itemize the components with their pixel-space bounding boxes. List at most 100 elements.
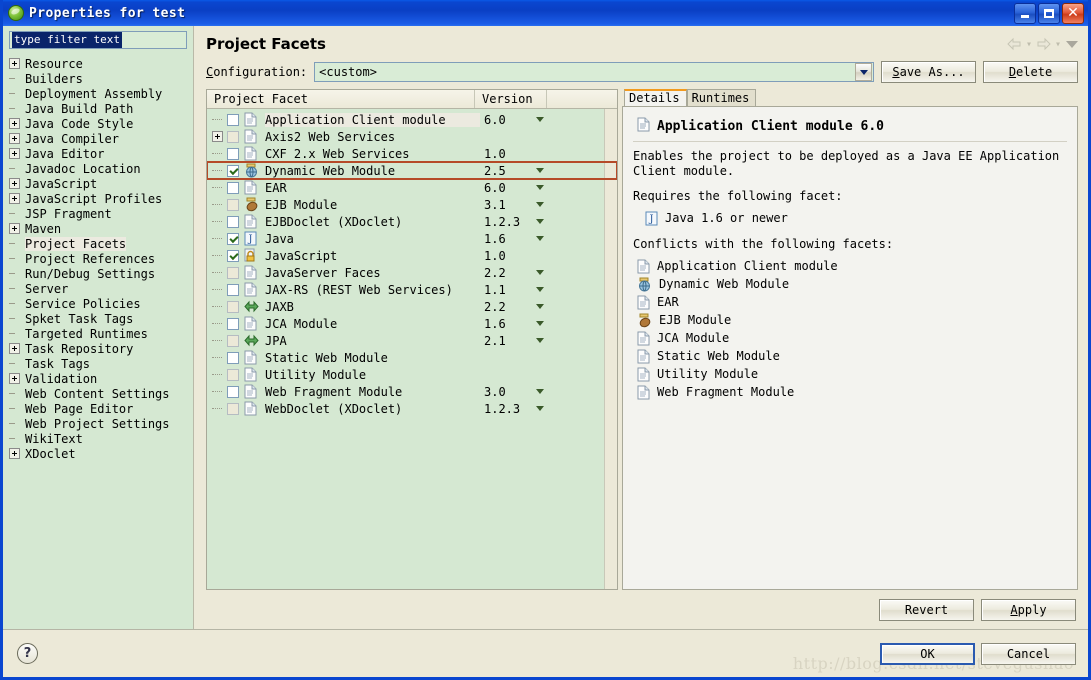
facet-checkbox[interactable] bbox=[227, 130, 239, 143]
expand-plus-icon[interactable] bbox=[9, 178, 20, 189]
delete-button[interactable]: Delete bbox=[983, 61, 1078, 83]
column-header-version[interactable]: Version bbox=[475, 90, 547, 108]
facet-checkbox[interactable] bbox=[227, 351, 239, 364]
sidebar-item-resource[interactable]: Resource bbox=[3, 56, 193, 71]
tab-runtimes[interactable]: Runtimes bbox=[686, 89, 757, 106]
table-row[interactable]: JavaServer Faces 2.2 bbox=[207, 264, 617, 281]
facet-checkbox[interactable] bbox=[227, 164, 239, 177]
facet-checkbox[interactable] bbox=[227, 181, 239, 194]
configuration-dropdown[interactable]: <custom> bbox=[314, 62, 874, 82]
cancel-button[interactable]: Cancel bbox=[981, 642, 1076, 665]
facet-checkbox[interactable] bbox=[227, 147, 239, 160]
expand-plus-icon[interactable] bbox=[9, 58, 20, 69]
question-mark-icon[interactable]: ? bbox=[17, 643, 38, 664]
window-titlebar[interactable]: Properties for test ✕ bbox=[3, 0, 1088, 26]
sidebar-item-javadoc-location[interactable]: Javadoc Location bbox=[3, 161, 193, 176]
sidebar-item-javascript-profiles[interactable]: JavaScript Profiles bbox=[3, 191, 193, 206]
table-row[interactable]: JPA 2.1 bbox=[207, 332, 617, 349]
details-tabbar[interactable]: Details Runtimes bbox=[622, 89, 1078, 106]
expand-plus-icon[interactable] bbox=[9, 448, 20, 459]
facet-checkbox[interactable] bbox=[227, 232, 239, 245]
facet-checkbox[interactable] bbox=[227, 334, 239, 347]
sidebar-item-task-tags[interactable]: Task Tags bbox=[3, 356, 193, 371]
table-row[interactable]: WebDoclet (XDoclet) 1.2.3 bbox=[207, 400, 617, 417]
table-row[interactable]: CXF 2.x Web Services 1.0 bbox=[207, 145, 617, 162]
version-dropdown-icon[interactable] bbox=[536, 321, 544, 326]
facet-checkbox[interactable] bbox=[227, 368, 239, 381]
facet-checkbox[interactable] bbox=[227, 385, 239, 398]
version-dropdown-icon[interactable] bbox=[536, 406, 544, 411]
column-header-extra[interactable] bbox=[547, 90, 617, 108]
version-dropdown-icon[interactable] bbox=[536, 270, 544, 275]
version-dropdown-icon[interactable] bbox=[536, 219, 544, 224]
table-row[interactable]: EAR 6.0 bbox=[207, 179, 617, 196]
minimize-button[interactable] bbox=[1014, 2, 1036, 24]
version-dropdown-icon[interactable] bbox=[536, 287, 544, 292]
revert-button[interactable]: Revert bbox=[879, 599, 974, 621]
sidebar-item-project-references[interactable]: Project References bbox=[3, 251, 193, 266]
facet-checkbox[interactable] bbox=[227, 300, 239, 313]
sidebar-item-service-policies[interactable]: Service Policies bbox=[3, 296, 193, 311]
table-row[interactable]: EJB Module 3.1 bbox=[207, 196, 617, 213]
expand-plus-icon[interactable] bbox=[9, 373, 20, 384]
facet-checkbox[interactable] bbox=[227, 249, 239, 262]
facet-checkbox[interactable] bbox=[227, 283, 239, 296]
expand-plus-icon[interactable] bbox=[207, 131, 227, 142]
column-header-facet[interactable]: Project Facet bbox=[207, 90, 475, 108]
tab-details[interactable]: Details bbox=[624, 89, 687, 106]
table-row[interactable]: Static Web Module bbox=[207, 349, 617, 366]
ok-button[interactable]: OK bbox=[880, 642, 975, 665]
table-row[interactable]: Dynamic Web Module 2.5 bbox=[207, 161, 617, 180]
version-dropdown-icon[interactable] bbox=[536, 389, 544, 394]
expand-plus-icon[interactable] bbox=[9, 133, 20, 144]
sidebar-item-project-facets[interactable]: Project Facets bbox=[3, 236, 193, 251]
forward-arrow-icon[interactable] bbox=[1035, 36, 1052, 52]
version-dropdown-icon[interactable] bbox=[536, 168, 544, 173]
sidebar-item-task-repository[interactable]: Task Repository bbox=[3, 341, 193, 356]
table-row[interactable]: Web Fragment Module 3.0 bbox=[207, 383, 617, 400]
chevron-down-icon[interactable] bbox=[855, 63, 872, 81]
table-row[interactable]: Application Client module 6.0 bbox=[207, 111, 617, 128]
sidebar-item-validation[interactable]: Validation bbox=[3, 371, 193, 386]
facet-checkbox[interactable] bbox=[227, 266, 239, 279]
sidebar-item-deployment-assembly[interactable]: Deployment Assembly bbox=[3, 86, 193, 101]
save-as-button[interactable]: Save As... bbox=[881, 61, 976, 83]
sidebar-item-java-editor[interactable]: Java Editor bbox=[3, 146, 193, 161]
table-row[interactable]: J Java 1.6 bbox=[207, 230, 617, 247]
filter-input[interactable]: type filter text bbox=[9, 31, 187, 49]
sidebar-item-builders[interactable]: Builders bbox=[3, 71, 193, 86]
sidebar-item-javascript[interactable]: JavaScript bbox=[3, 176, 193, 191]
apply-button[interactable]: Apply bbox=[981, 599, 1076, 621]
sidebar-item-web-content-settings[interactable]: Web Content Settings bbox=[3, 386, 193, 401]
table-row[interactable]: JAXB 2.2 bbox=[207, 298, 617, 315]
sidebar-item-server[interactable]: Server bbox=[3, 281, 193, 296]
version-dropdown-icon[interactable] bbox=[536, 304, 544, 309]
table-row[interactable]: JavaScript 1.0 bbox=[207, 247, 617, 264]
facet-checkbox[interactable] bbox=[227, 402, 239, 415]
version-dropdown-icon[interactable] bbox=[536, 338, 544, 343]
facet-table-body[interactable]: Application Client module 6.0 Axis2 Web Se… bbox=[207, 109, 617, 589]
expand-plus-icon[interactable] bbox=[9, 223, 20, 234]
sidebar-item-java-build-path[interactable]: Java Build Path bbox=[3, 101, 193, 116]
settings-tree[interactable]: Resource Builders Deployment Assembly Java … bbox=[3, 52, 193, 629]
sidebar-item-java-code-style[interactable]: Java Code Style bbox=[3, 116, 193, 131]
table-row[interactable]: JCA Module 1.6 bbox=[207, 315, 617, 332]
expand-plus-icon[interactable] bbox=[9, 343, 20, 354]
sidebar-item-web-project-settings[interactable]: Web Project Settings bbox=[3, 416, 193, 431]
sidebar-item-xdoclet[interactable]: XDoclet bbox=[3, 446, 193, 461]
sidebar-item-spket-task-tags[interactable]: Spket Task Tags bbox=[3, 311, 193, 326]
facet-checkbox[interactable] bbox=[227, 198, 239, 211]
facet-checkbox[interactable] bbox=[227, 317, 239, 330]
table-row[interactable]: Axis2 Web Services bbox=[207, 128, 617, 145]
expand-plus-icon[interactable] bbox=[9, 118, 20, 129]
version-dropdown-icon[interactable] bbox=[536, 117, 544, 122]
sidebar-item-targeted-runtimes[interactable]: Targeted Runtimes bbox=[3, 326, 193, 341]
sidebar-item-jsp-fragment[interactable]: JSP Fragment bbox=[3, 206, 193, 221]
chevron-down-icon[interactable] bbox=[1066, 40, 1078, 48]
sidebar-item-java-compiler[interactable]: Java Compiler bbox=[3, 131, 193, 146]
version-dropdown-icon[interactable] bbox=[536, 202, 544, 207]
sidebar-item-run-debug-settings[interactable]: Run/Debug Settings bbox=[3, 266, 193, 281]
table-row[interactable]: Utility Module bbox=[207, 366, 617, 383]
sidebar-item-web-page-editor[interactable]: Web Page Editor bbox=[3, 401, 193, 416]
back-arrow-icon[interactable] bbox=[1006, 36, 1023, 52]
